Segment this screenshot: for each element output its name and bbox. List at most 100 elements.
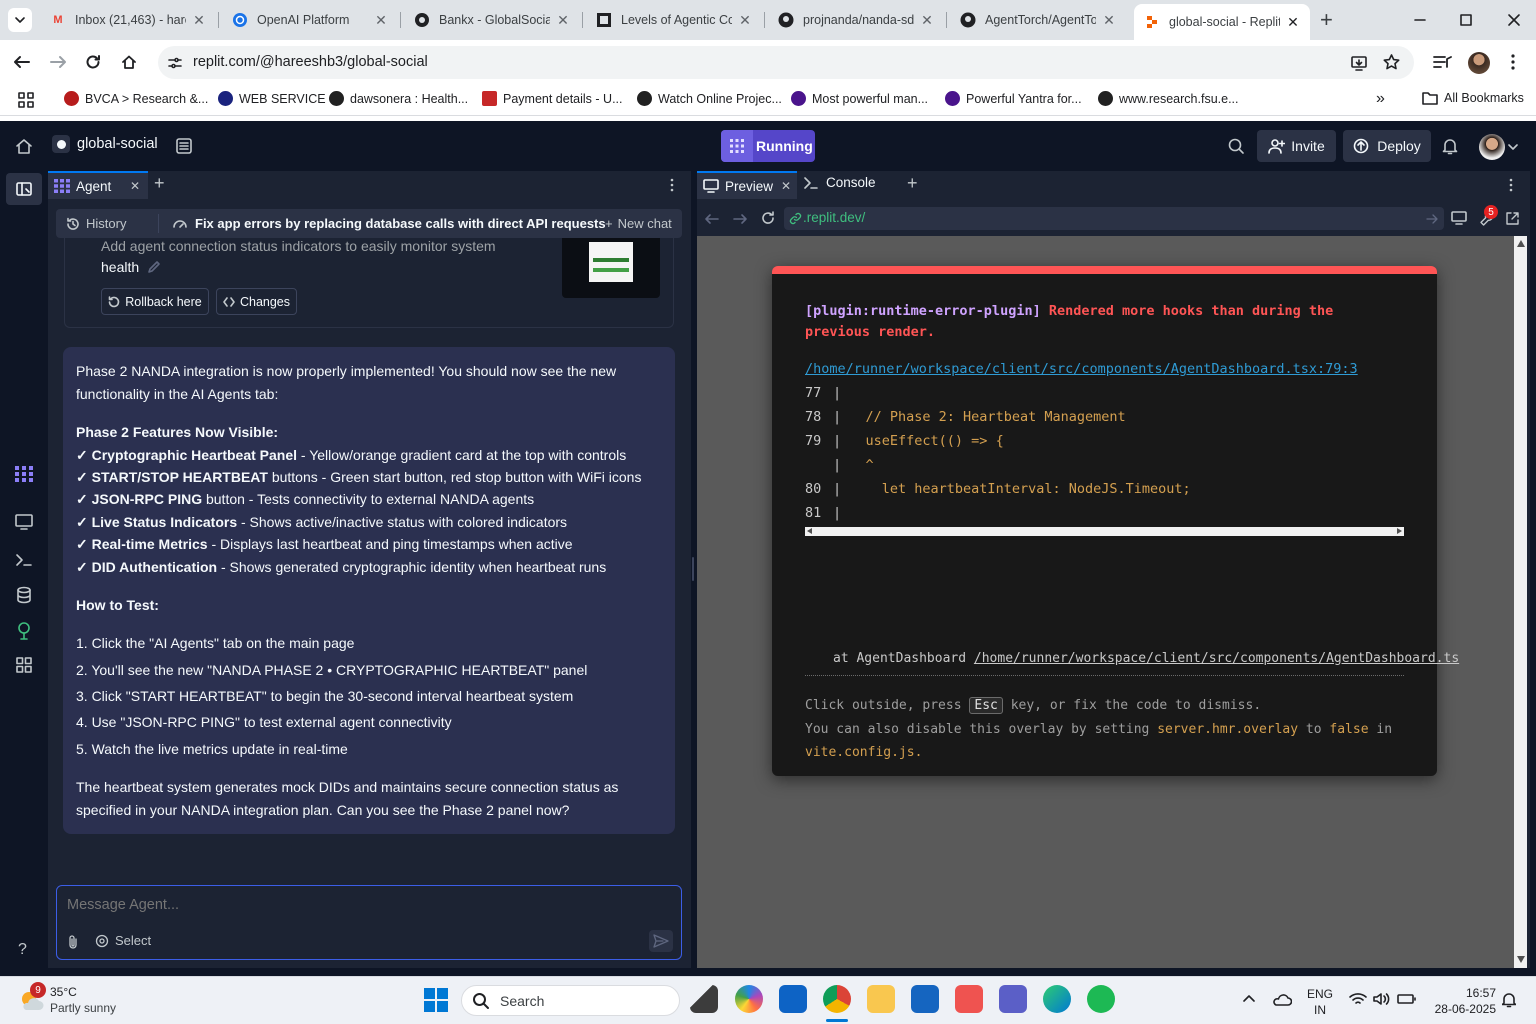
agent-tool-icon[interactable] <box>15 466 33 482</box>
preview-tool-icon[interactable] <box>15 514 33 530</box>
clock[interactable]: 16:57 28-06-2025 <box>1430 985 1496 1017</box>
tab-preview[interactable]: Preview ✕ <box>697 171 797 199</box>
maximize-button[interactable] <box>1458 12 1474 28</box>
help-icon[interactable]: ? <box>18 941 27 959</box>
language-indicator[interactable]: ENG IN <box>1307 986 1333 1018</box>
volume-icon[interactable] <box>1373 992 1391 1006</box>
back-button[interactable] <box>12 54 32 70</box>
bookmark-item[interactable]: dawsonera : Health... <box>329 91 468 106</box>
reload-button[interactable] <box>84 53 102 71</box>
close-tab-icon[interactable]: ✕ <box>374 12 388 29</box>
browser-tab[interactable]: Bankx - GlobalSocial ✕ <box>404 6 580 34</box>
bookmark-item[interactable]: Most powerful man... <box>791 91 928 106</box>
profile-avatar[interactable] <box>1468 52 1490 74</box>
run-button[interactable]: Running <box>721 130 815 162</box>
close-tab-icon[interactable]: ✕ <box>130 179 140 193</box>
apps-icon[interactable] <box>18 92 34 108</box>
start-button[interactable] <box>424 988 448 1012</box>
close-tab-icon[interactable]: ✕ <box>920 12 934 29</box>
close-tab-icon[interactable]: ✕ <box>781 179 791 193</box>
send-button[interactable] <box>649 930 673 952</box>
new-tab-button[interactable]: + <box>1320 8 1333 32</box>
preview-address-bar[interactable]: .replit.dev/ <box>784 207 1444 230</box>
bookmark-item[interactable]: Watch Online Projec... <box>637 91 782 106</box>
close-tab-icon[interactable]: ✕ <box>556 12 570 29</box>
browser-tab[interactable]: M Inbox (21,463) - hare ✕ <box>40 6 216 34</box>
browser-tab[interactable]: AgentTorch/AgentTo ✕ <box>950 6 1126 34</box>
bookmark-item[interactable]: Payment details - U... <box>482 91 623 106</box>
notification-bell-icon[interactable] <box>1502 992 1516 1008</box>
stack-file-link[interactable]: /home/runner/workspace/client/src/compon… <box>974 651 1459 666</box>
code-frame-scrollbar[interactable] <box>805 527 1404 536</box>
more-bookmarks-icon[interactable]: » <box>1376 90 1385 108</box>
browser-tab-active[interactable]: global-social - Replit ✕ <box>1134 4 1310 40</box>
browser-menu-button[interactable] <box>1508 52 1518 72</box>
agent-tab[interactable]: Agent ✕ <box>48 171 148 199</box>
preview-reload-button[interactable] <box>760 210 776 226</box>
browser-tab[interactable]: OpenAI Platform ✕ <box>222 6 398 34</box>
address-bar[interactable]: replit.com/@hareeshb3/global-social <box>158 46 1414 79</box>
battery-icon[interactable] <box>1397 992 1417 1006</box>
minimize-button[interactable] <box>1412 12 1428 28</box>
new-chat-button[interactable]: + New chat <box>605 216 672 231</box>
history-button[interactable]: History <box>66 216 126 231</box>
open-new-tab-button[interactable] <box>1505 211 1520 226</box>
task-view-icon[interactable] <box>690 985 718 1013</box>
browser-tab[interactable]: Levels of Agentic Co ✕ <box>586 6 762 34</box>
bookmark-item[interactable]: Powerful Yantra for... <box>945 91 1082 106</box>
preview-back-button[interactable] <box>704 212 720 226</box>
checkpoint-screenshot-thumbnail[interactable] <box>562 238 660 298</box>
onedrive-icon[interactable] <box>1272 992 1292 1006</box>
all-bookmarks-button[interactable]: All Bookmarks <box>1422 91 1524 105</box>
avatar-menu-chevron-icon[interactable] <box>1508 143 1518 151</box>
message-input[interactable] <box>67 894 667 916</box>
user-avatar[interactable] <box>1479 134 1505 160</box>
bookmark-item[interactable]: www.research.fsu.e... <box>1098 91 1239 106</box>
device-preview-button[interactable] <box>1451 211 1467 225</box>
show-hidden-icons[interactable] <box>1243 993 1255 1003</box>
tab-search-button[interactable] <box>8 8 32 32</box>
deploy-button[interactable]: Deploy <box>1343 130 1431 162</box>
browser-tab[interactable]: projnanda/nanda-sd ✕ <box>768 6 944 34</box>
sidebar-toggle-button[interactable] <box>6 173 42 205</box>
close-tab-icon[interactable]: ✕ <box>1286 14 1300 31</box>
url-text[interactable]: replit.com/@hareeshb3/global-social <box>193 54 428 70</box>
planner-icon[interactable] <box>779 985 807 1013</box>
project-switcher[interactable]: global-social <box>52 135 158 153</box>
bookmark-item[interactable]: BVCA > Research &... <box>64 91 208 106</box>
bookmark-item[interactable]: WEB SERVICE <box>218 91 326 106</box>
search-button[interactable] <box>1227 137 1245 155</box>
tab-console[interactable]: Console <box>804 175 876 190</box>
close-tab-icon[interactable]: ✕ <box>738 12 752 29</box>
preview-forward-button[interactable] <box>732 212 748 226</box>
store-icon[interactable] <box>911 985 939 1013</box>
deployments-tool-icon[interactable] <box>16 622 32 640</box>
invite-button[interactable]: Invite <box>1257 130 1336 162</box>
media-button[interactable] <box>1432 54 1452 70</box>
notifications-button[interactable] <box>1441 137 1459 155</box>
error-file-link[interactable]: /home/runner/workspace/client/src/compon… <box>805 361 1358 377</box>
select-element-button[interactable]: Select <box>95 933 151 948</box>
changes-button[interactable]: Changes <box>216 288 297 315</box>
spotify-icon[interactable] <box>1087 985 1115 1013</box>
database-tool-icon[interactable] <box>16 586 32 604</box>
panel-menu-icon[interactable] <box>669 177 675 193</box>
copilot-icon[interactable] <box>735 985 763 1013</box>
file-explorer-icon[interactable] <box>867 985 895 1013</box>
rollback-button[interactable]: Rollback here <box>101 288 209 315</box>
taskbar-search[interactable]: Search <box>461 985 680 1016</box>
attach-button[interactable] <box>67 934 79 950</box>
wifi-icon[interactable] <box>1349 992 1367 1006</box>
teams-icon[interactable] <box>999 985 1027 1013</box>
add-tab-button[interactable]: + <box>907 173 918 194</box>
close-tab-icon[interactable]: ✕ <box>1102 12 1116 29</box>
snipping-tool-icon[interactable] <box>955 985 983 1013</box>
file-tree-button[interactable] <box>175 137 193 155</box>
add-tab-button[interactable]: + <box>154 173 165 194</box>
all-tools-icon[interactable] <box>16 657 32 673</box>
home-button[interactable] <box>15 137 33 155</box>
preview-scrollbar[interactable] <box>1514 236 1527 968</box>
close-window-button[interactable] <box>1506 12 1522 28</box>
home-button[interactable] <box>120 53 138 71</box>
chrome-icon[interactable] <box>823 985 851 1013</box>
